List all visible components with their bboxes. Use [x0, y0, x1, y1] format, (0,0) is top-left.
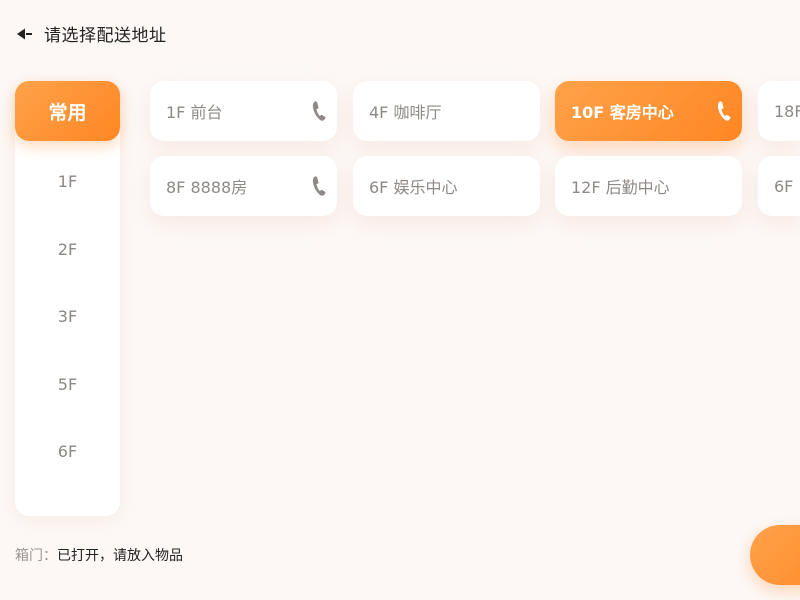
- floor-tab-6f[interactable]: 6F: [15, 418, 120, 486]
- door-status: 箱门： 已打开，请放入物品: [15, 545, 183, 565]
- location-card-6f[interactable]: 6F: [758, 156, 800, 216]
- floor-tab-5f[interactable]: 5F: [15, 351, 120, 419]
- location-card-4f-cafe[interactable]: 4F 咖啡厅: [353, 81, 540, 141]
- phone-icon: [716, 100, 732, 122]
- page-title: 请选择配送地址: [44, 25, 167, 46]
- location-label: 10F 客房中心: [571, 103, 674, 122]
- back-arrow-icon[interactable]: [16, 26, 34, 40]
- page-header[interactable]: 请选择配送地址: [16, 20, 167, 46]
- confirm-button[interactable]: [750, 525, 800, 585]
- phone-icon: [311, 100, 327, 122]
- delivery-address-page: 请选择配送地址 常用 1F 2F 3F 5F 6F 1F 前台 4F 咖啡厅 1…: [0, 0, 800, 600]
- door-status-label: 箱门：: [15, 548, 57, 564]
- location-card-6f-entertainment[interactable]: 6F 娱乐中心: [353, 156, 540, 216]
- door-status-value: 已打开，请放入物品: [57, 548, 183, 564]
- floor-sidebar: 常用 1F 2F 3F 5F 6F: [15, 81, 120, 516]
- floor-tab-common[interactable]: 常用: [15, 81, 120, 141]
- location-label: 1F 前台: [166, 103, 223, 122]
- location-card-18f[interactable]: 18F: [758, 81, 800, 141]
- location-label: 12F 后勤中心: [571, 178, 670, 197]
- floor-tab-2f[interactable]: 2F: [15, 216, 120, 284]
- location-label: 8F 8888房: [166, 178, 248, 197]
- floor-tab-1f[interactable]: 1F: [15, 148, 120, 216]
- location-label: 18F: [774, 101, 800, 121]
- location-label: 6F: [774, 176, 794, 196]
- phone-icon: [311, 175, 327, 197]
- floor-tab-3f[interactable]: 3F: [15, 283, 120, 351]
- location-label: 6F 娱乐中心: [369, 178, 458, 197]
- location-label: 4F 咖啡厅: [369, 103, 442, 122]
- location-card-1f-front-desk[interactable]: 1F 前台: [150, 81, 337, 141]
- location-card-10f-housekeeping[interactable]: 10F 客房中心: [555, 81, 742, 141]
- location-card-12f-logistics[interactable]: 12F 后勤中心: [555, 156, 742, 216]
- location-card-8f-room-8888[interactable]: 8F 8888房: [150, 156, 337, 216]
